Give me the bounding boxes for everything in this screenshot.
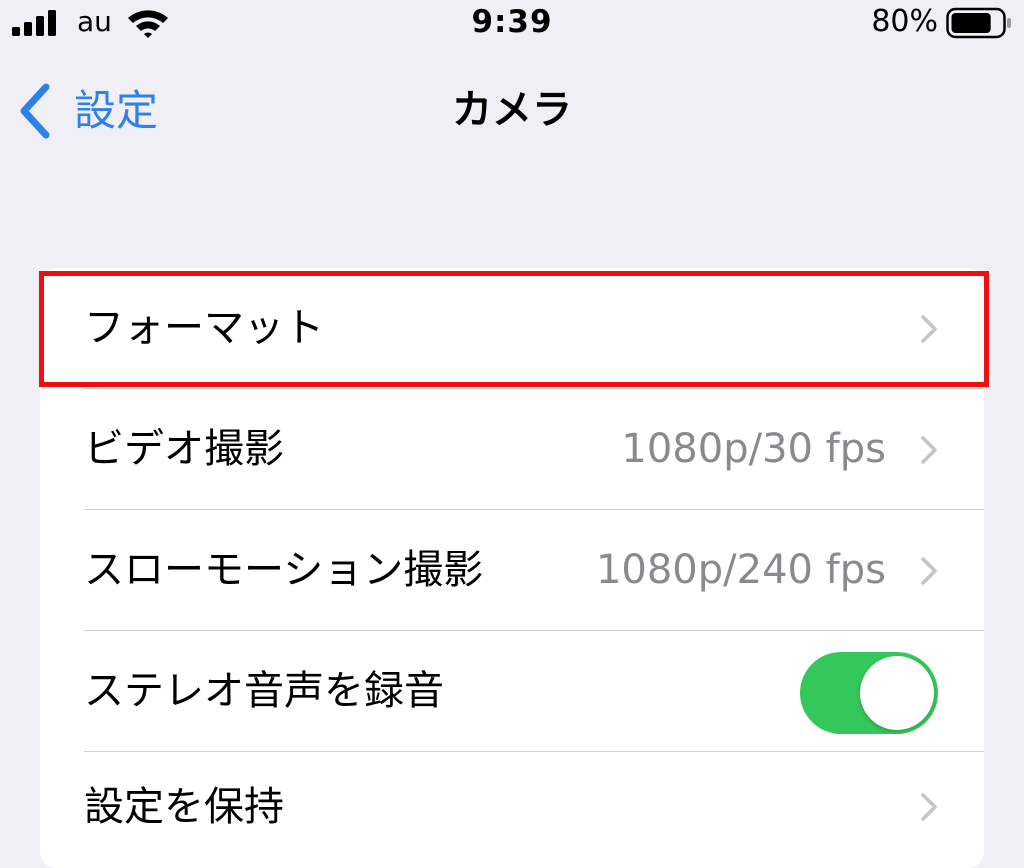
row-value: 1080p/30 fps: [621, 426, 886, 472]
row-video-recording[interactable]: ビデオ撮影 1080p/30 fps: [40, 389, 984, 510]
page-title: カメラ: [452, 87, 572, 133]
battery-percent: 80%: [871, 4, 938, 39]
chevron-right-icon: [921, 793, 937, 821]
toggle-knob: [860, 656, 934, 730]
chevron-right-icon: [921, 557, 937, 585]
row-label: 設定を保持: [84, 784, 284, 830]
row-label: ビデオ撮影: [84, 426, 284, 472]
settings-list: フォーマット ビデオ撮影 1080p/30 fps スローモーション撮影 108…: [40, 268, 984, 868]
stereo-audio-toggle[interactable]: [800, 652, 938, 734]
row-slow-motion[interactable]: スローモーション撮影 1080p/240 fps: [40, 510, 984, 631]
chevron-right-icon: [921, 436, 937, 464]
status-bar: au 9:39 80%: [0, 0, 1024, 50]
row-label: フォーマット: [84, 305, 324, 351]
row-format[interactable]: フォーマット: [40, 268, 984, 389]
battery-icon: [946, 7, 1011, 39]
chevron-right-icon: [921, 315, 937, 343]
row-stereo-audio: ステレオ音声を録音: [40, 631, 984, 752]
row-label: スローモーション撮影: [84, 547, 484, 593]
row-label: ステレオ音声を録音: [84, 668, 444, 714]
row-preserve-settings[interactable]: 設定を保持: [40, 752, 984, 868]
row-value: 1080p/240 fps: [595, 547, 886, 593]
